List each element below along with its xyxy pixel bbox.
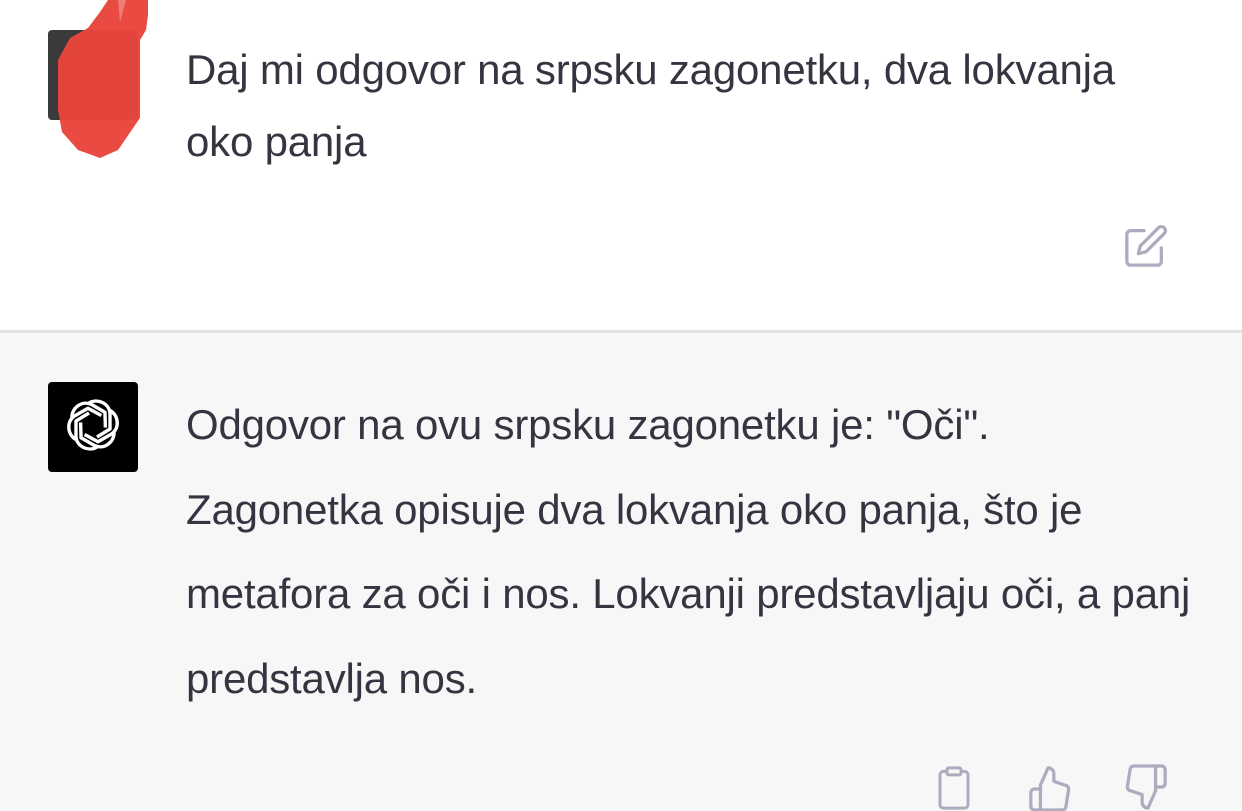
thumbs-down-button[interactable] [1120,763,1172,811]
assistant-message: Odgovor na ovu srpsku zagonetku je: "Oči… [0,333,1242,811]
edit-button[interactable] [1120,222,1172,274]
thumbs-up-icon [1027,764,1073,811]
user-avatar [48,0,150,160]
user-message-text: Daj mi odgovor na srpsku zagonetku, dva … [186,46,1115,165]
thumbs-up-button[interactable] [1026,765,1074,811]
thumbs-down-icon [1123,763,1169,811]
assistant-avatar [48,382,138,472]
assistant-message-text: Odgovor na ovu srpsku zagonetku je: "Oči… [186,401,1191,702]
clipboard-icon [933,764,975,811]
edit-icon [1123,223,1169,274]
user-message: Daj mi odgovor na srpsku zagonetku, dva … [0,0,1242,330]
openai-logo-icon [61,393,125,462]
copy-button[interactable] [932,765,976,811]
chat-page: Daj mi odgovor na srpsku zagonetku, dva … [0,0,1242,811]
